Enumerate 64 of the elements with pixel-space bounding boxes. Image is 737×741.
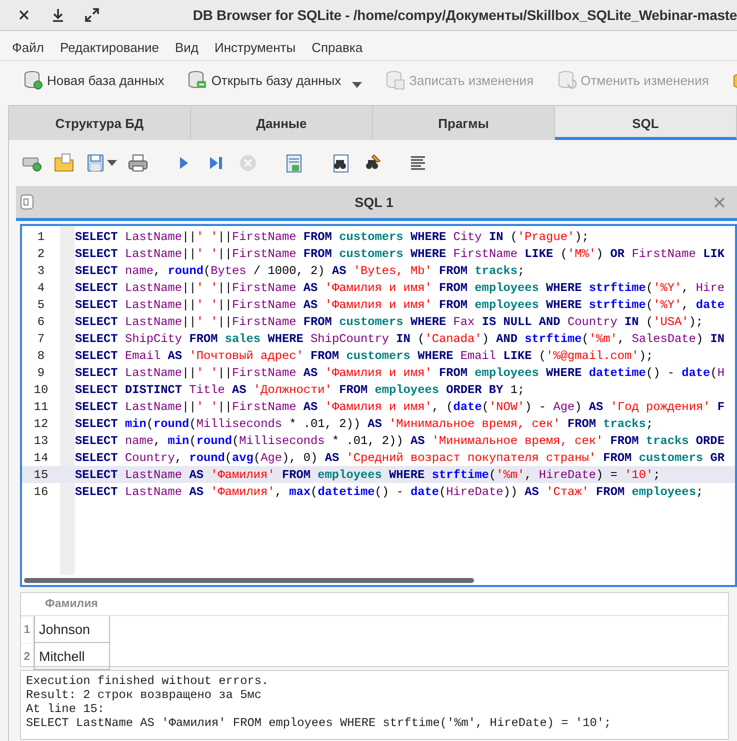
printer-icon [127,152,149,174]
code-line: SELECT LastName||' '||FirstName AS 'Фамилия и имя' FROM employees WHERE strftime('%Y', date [75,298,724,312]
window-title: DB Browser for SQLite - /home/compy/Документы/Skillbox_SQLite_Webinar-maste [192,7,737,23]
editor-tab-header[interactable]: SQL 1 [16,186,737,221]
sql-editor[interactable] [20,224,737,587]
code-line: SELECT min(round(Milliseconds * .01, 2)) AS 'Минимальное время, сек' FROM tracks; [75,416,654,430]
document-icon [20,194,34,210]
menu-item[interactable]: Редактирование [52,40,167,55]
line-number: 6 [36,314,46,328]
code-line: SELECT LastName||' '||FirstName AS 'Фамилия и имя' FROM employees WHERE strftime('%Y', Hire [75,280,724,294]
code-line: SELECT ShipCity FROM sales WHERE ShipCountry IN ('Canada') AND strftime('%m', SalesDate) IN [75,332,725,346]
database-revert-icon [556,69,578,91]
line-number: 9 [36,366,46,380]
stop-icon [237,152,259,174]
code-line: SELECT LastName||' '||FirstName FROM customers WHERE City IN ('Prague'); [75,230,589,244]
toolbar-icon-button[interactable] [127,152,149,174]
message-line: SELECT LastName AS 'Фамилия' FROM employees WHERE strftime('%m', HireDate) = '10'; [26,716,612,730]
code-line: SELECT DISTINCT Title AS 'Должности' FROM employees ORDER BY 1; [75,382,525,396]
code-line: SELECT Email AS 'Почтовый адрес' FROM customers WHERE Email LIKE ('%@gmail.com'); [75,348,654,362]
line-number: 2 [36,246,46,260]
line-number: 12 [32,416,50,430]
minimize-button[interactable] [50,7,66,23]
code-line: SELECT name, round(Bytes / 1000, 2) AS 'Bytes, Mb' FROM tracks; [75,264,525,278]
toolbar-icon-button[interactable] [85,152,117,174]
code-line: SELECT LastName AS 'Фамилия', max(datetime() - date(HireDate)) AS 'Стаж' FROM employees; [75,484,704,498]
line-number: 16 [32,484,50,498]
code-line: SELECT name, min(round(Milliseconds * .01, 2)) AS 'Минимальное время, сек' FROM tracks ORDE [75,434,724,448]
menu-item[interactable]: Справка [304,40,371,55]
line-number: 13 [32,434,50,448]
database-plus-icon [22,69,44,91]
line-number: 4 [36,280,46,294]
code-line: SELECT LastName||' '||FirstName FROM customers WHERE FirstName LIKE ('M%') OR FirstName LIK [75,246,724,260]
editor-tab-title: SQL 1 [354,194,394,210]
toolbar-button[interactable]: Открыть базу данных [186,69,362,91]
database-save-icon [384,69,406,91]
message-line: Result: 2 строк возвращено за 5мс [26,688,262,702]
line-number: 15 [32,468,50,482]
horizontal-scrollbar[interactable] [24,578,474,583]
code-line: SELECT LastName||' '||FirstName FROM customers WHERE Fax IS NULL AND Country IN ('USA'); [75,314,704,328]
message-line: At line 15: [26,702,106,716]
menu-item[interactable]: Инструменты [206,40,304,55]
line-number: 1 [36,230,46,244]
caret-icon [352,82,362,88]
maximize-button[interactable] [84,7,100,23]
line-number: 10 [32,382,50,396]
menu-item[interactable]: Файл [4,40,52,55]
folder-icon [53,152,75,174]
line-number: 11 [32,400,50,414]
code-line: SELECT LastName||' '||FirstName AS 'Фамилия и имя', (date('NOW') - Age) AS 'Год рождения' F [75,400,725,414]
line-number: 3 [36,264,46,278]
tab[interactable]: SQL [555,106,737,140]
line-number: 7 [36,332,46,346]
caret-icon [107,160,117,166]
code-line: SELECT LastName||' '||FirstName AS 'Фамилия и имя' FROM employees WHERE datetime() - date(H [75,366,724,380]
database-arrow-icon [186,69,208,91]
line-number: 5 [36,298,46,312]
line-number: 14 [32,450,50,464]
toolbar-button[interactable]: Новая база данных [22,69,164,91]
message-line: Execution finished without errors. [26,674,270,688]
line-number: 8 [36,348,46,362]
code-line: SELECT LastName AS 'Фамилия' FROM employees WHERE strftime('%m', HireDate) = '10'; [75,468,660,482]
table-cell[interactable]: Johnson [34,616,110,643]
menu-item[interactable]: Вид [167,40,207,55]
code-line: SELECT Country, round(avg(Age), 0) AS 'Средний возраст покупателя страны' FROM customers GR [75,450,724,464]
